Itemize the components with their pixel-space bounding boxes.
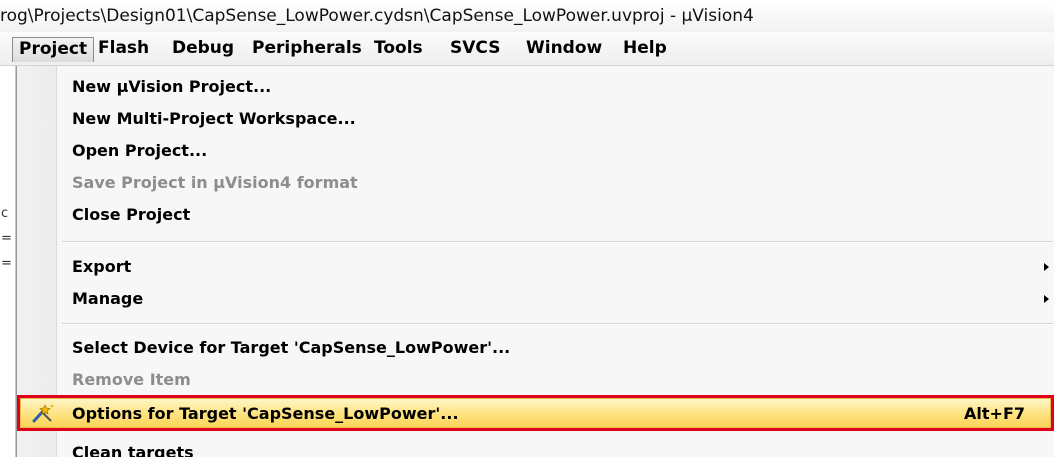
- menu-window[interactable]: Window: [520, 37, 608, 62]
- edge-fragment-icon: =: [1, 231, 12, 246]
- menu-project[interactable]: Project: [12, 37, 95, 62]
- menu-item-label: New µVision Project...: [72, 77, 272, 96]
- menu-item-label: Clean targets: [72, 443, 194, 457]
- menu-item-label: Manage: [72, 289, 144, 308]
- menu-separator: [62, 323, 1053, 325]
- menu-item-manage[interactable]: Manage: [17, 284, 1054, 314]
- menu-debug[interactable]: Debug: [166, 37, 240, 62]
- menu-item-shortcut: Alt+F7: [964, 404, 1025, 423]
- menu-item-label: Options for Target 'CapSense_LowPower'..…: [72, 404, 459, 423]
- menu-item-label: New Multi-Project Workspace...: [72, 109, 356, 128]
- edge-fragment-icon: =: [1, 256, 12, 271]
- menu-item-label: Export: [72, 257, 132, 276]
- menu-item-export[interactable]: Export: [17, 252, 1054, 282]
- menu-item-select-device[interactable]: Select Device for Target 'CapSense_LowPo…: [17, 333, 1054, 363]
- menu-item-label: Open Project...: [72, 141, 208, 160]
- menu-tools[interactable]: Tools: [368, 37, 429, 62]
- window-title: rog\Projects\Design01\CapSense_LowPower.…: [0, 6, 754, 26]
- menu-item-new-multi-project-workspace[interactable]: New Multi-Project Workspace...: [17, 104, 1054, 134]
- menu-item-clean-targets[interactable]: Clean targets: [17, 438, 1054, 457]
- menu-bar: Project Flash Debug Peripherals Tools SV…: [0, 32, 1054, 66]
- menu-peripherals[interactable]: Peripherals: [246, 37, 368, 62]
- submenu-arrow-icon: [1044, 263, 1049, 271]
- menu-item-new-uvision-project[interactable]: New µVision Project...: [17, 72, 1054, 102]
- menu-item-remove-item: Remove Item: [17, 365, 1054, 395]
- menu-item-open-project[interactable]: Open Project...: [17, 136, 1054, 166]
- background-window-edge: c = =: [0, 66, 16, 457]
- menu-svcs[interactable]: SVCS: [444, 37, 506, 62]
- menu-item-label: Close Project: [72, 205, 191, 224]
- menu-separator: [62, 241, 1053, 243]
- menu-item-label: Save Project in µVision4 format: [72, 173, 358, 192]
- menu-item-label: Select Device for Target 'CapSense_LowPo…: [72, 338, 511, 357]
- menu-item-label: Remove Item: [72, 370, 191, 389]
- menu-item-options-for-target[interactable]: Options for Target 'CapSense_LowPower'..…: [17, 395, 1054, 431]
- menu-item-close-project[interactable]: Close Project: [17, 200, 1054, 230]
- window-title-bar: rog\Projects\Design01\CapSense_LowPower.…: [0, 0, 1054, 32]
- menu-item-save-project-uvision4: Save Project in µVision4 format: [17, 168, 1054, 198]
- menu-flash[interactable]: Flash: [92, 37, 155, 62]
- edge-fragment-icon: c: [1, 206, 9, 221]
- project-menu-dropdown: New µVision Project... New Multi-Project…: [16, 66, 1054, 457]
- wand-options-icon: [32, 404, 54, 423]
- submenu-arrow-icon: [1044, 295, 1049, 303]
- menu-help[interactable]: Help: [617, 37, 673, 62]
